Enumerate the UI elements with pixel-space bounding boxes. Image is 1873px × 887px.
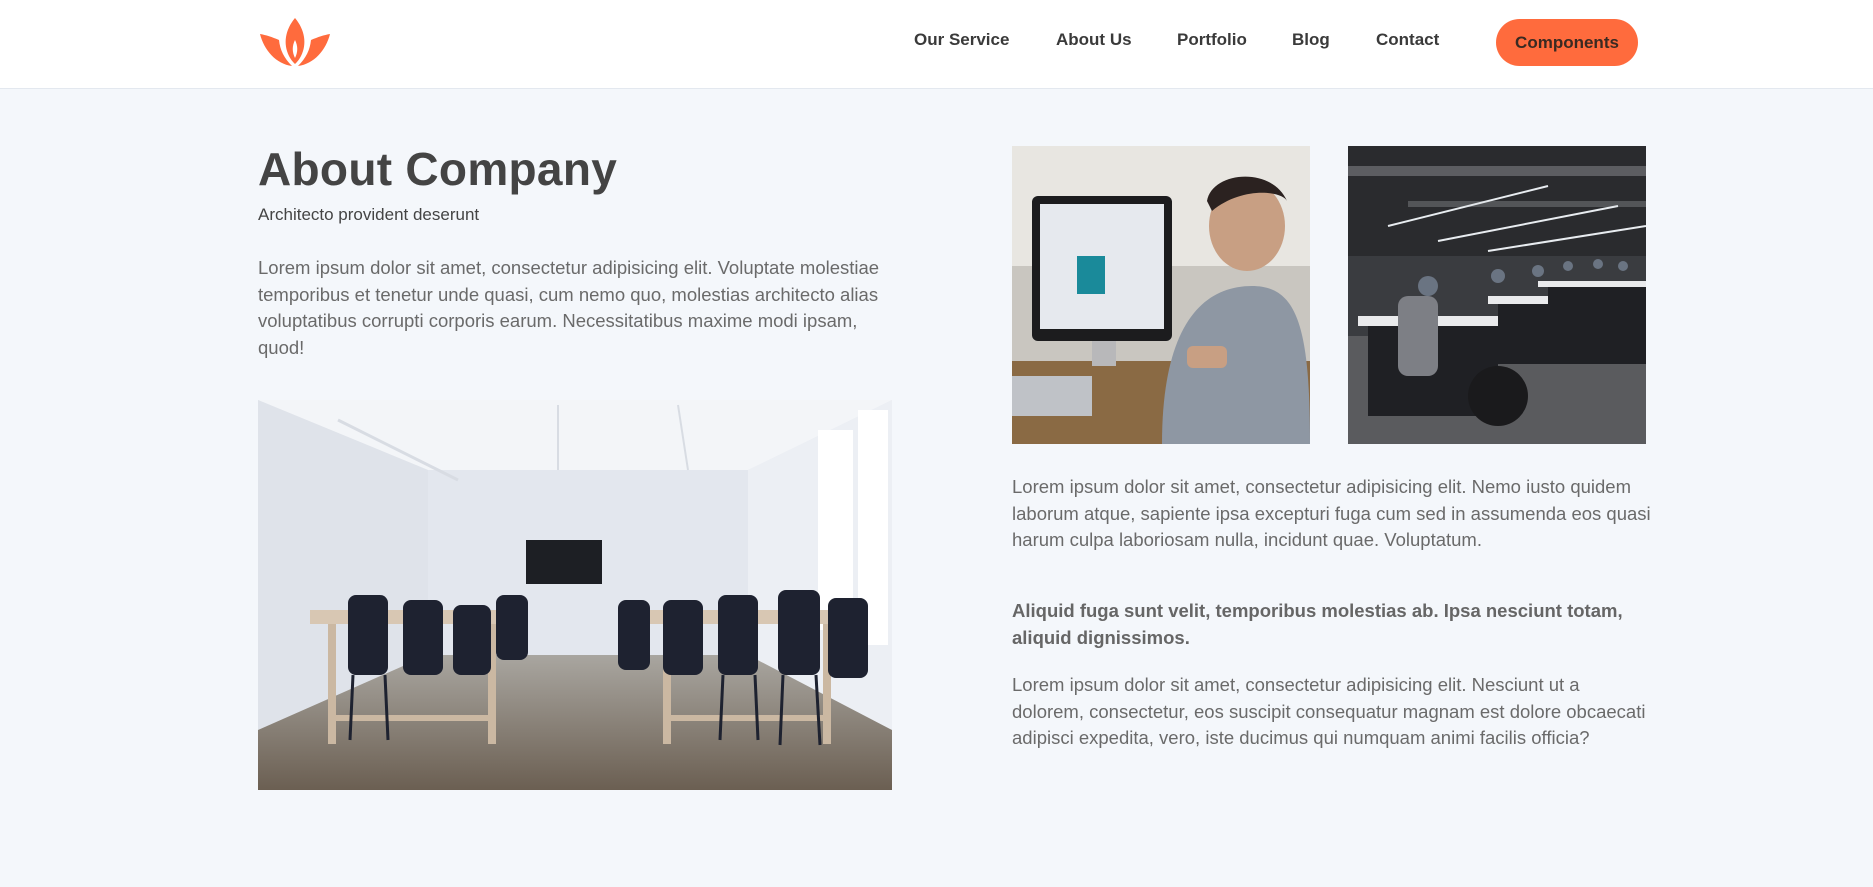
page-subtitle: Architecto provident deserunt: [258, 205, 480, 224]
nav-blog[interactable]: Blog: [1292, 30, 1330, 50]
right-paragraph-bold: Aliquid fuga sunt velit, temporibus mole…: [1012, 600, 1623, 648]
page-title: About Company: [258, 143, 618, 195]
open-office-image: [1348, 146, 1646, 444]
site-header: Our Service About Us Portfolio Blog Cont…: [0, 0, 1873, 89]
nav-our-service[interactable]: Our Service: [914, 30, 1009, 50]
man-at-computer-image: [1012, 146, 1310, 444]
nav-contact[interactable]: Contact: [1376, 30, 1439, 50]
components-button[interactable]: Components: [1496, 19, 1638, 66]
nav-about-us[interactable]: About Us: [1056, 30, 1132, 50]
conference-room-image: [258, 400, 892, 790]
right-paragraph-1: Lorem ipsum dolor sit amet, consectetur …: [1012, 476, 1651, 550]
nav-portfolio[interactable]: Portfolio: [1177, 30, 1247, 50]
right-paragraph-2: Lorem ipsum dolor sit amet, consectetur …: [1012, 674, 1646, 748]
intro-paragraph: Lorem ipsum dolor sit amet, consectetur …: [258, 257, 880, 358]
